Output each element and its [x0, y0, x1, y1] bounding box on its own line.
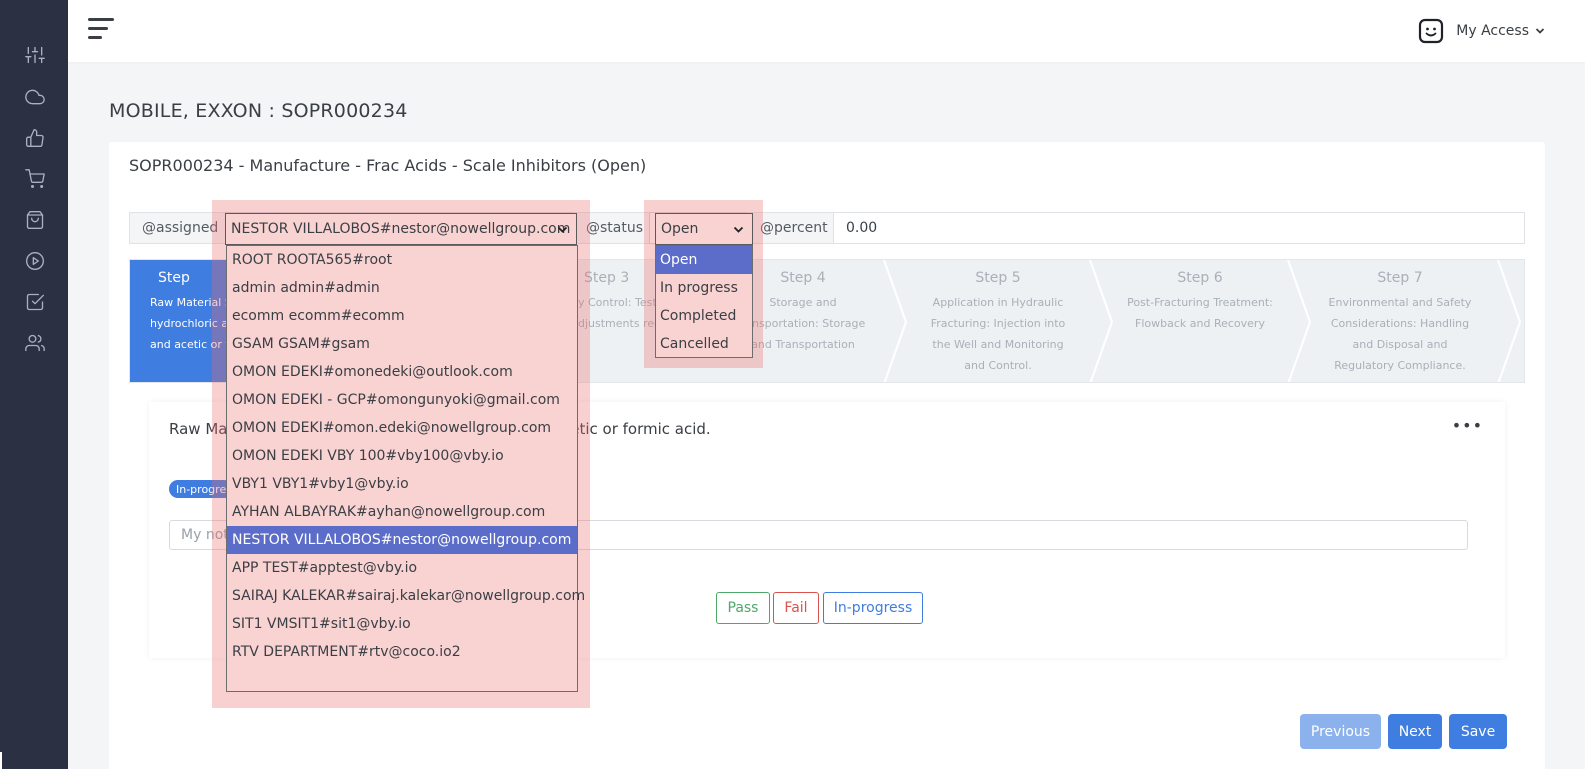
fail-button[interactable]: Fail	[773, 592, 819, 624]
corner-mark	[0, 752, 2, 769]
assigned-option[interactable]: VBY1 VBY1#vby1@vby.io	[227, 470, 577, 498]
in-progress-button[interactable]: In-progress	[823, 592, 923, 624]
status-option[interactable]: Completed	[656, 302, 752, 330]
previous-button[interactable]: Previous	[1300, 714, 1381, 749]
step-label: Step 7	[1377, 270, 1423, 286]
step-label: Step 6	[1177, 270, 1223, 286]
step-desc: the Well and Monitoring	[932, 338, 1064, 351]
pass-button[interactable]: Pass	[716, 592, 770, 624]
hamburger-menu-icon[interactable]	[88, 18, 114, 40]
assigned-option[interactable]: RTV DEPARTMENT#rtv@coco.io2	[227, 638, 577, 666]
cloud-icon[interactable]	[24, 86, 46, 108]
step-6[interactable]: Step 6 Post-Fracturing Treatment: Flowba…	[1106, 260, 1294, 382]
step-label: Step 5	[975, 270, 1021, 286]
account-label: My Access	[1456, 23, 1529, 39]
check-square-icon[interactable]	[24, 291, 46, 313]
more-horizontal-icon[interactable]: •••	[1452, 416, 1483, 435]
sidebar	[0, 0, 68, 769]
assigned-option[interactable]: OMON EDEKI - GCP#omongunyoki@gmail.com	[227, 386, 577, 414]
assigned-select-open[interactable]: NESTOR VILLALOBOS#nestor@nowellgroup.com	[225, 213, 577, 245]
assigned-select-open-value: NESTOR VILLALOBOS#nestor@nowellgroup.com	[231, 221, 571, 237]
card-title: SOPR000234 - Manufacture - Frac Acids - …	[129, 156, 647, 175]
status-option[interactable]: Cancelled	[656, 330, 752, 358]
assigned-option[interactable]: ROOT ROOTA565#root	[227, 246, 577, 274]
step-7[interactable]: Step 7 Environmental and Safety Consider…	[1302, 260, 1498, 382]
step-desc: Regulatory Compliance.	[1334, 359, 1466, 372]
shopping-cart-icon[interactable]	[24, 168, 46, 190]
step-desc: Environmental and Safety	[1328, 296, 1472, 309]
assigned-option[interactable]: OMON EDEKI#omonedeki@outlook.com	[227, 358, 577, 386]
percent-input[interactable]: 0.00	[833, 212, 1525, 244]
step-5[interactable]: Step 5 Application in Hydraulic Fracturi…	[904, 260, 1092, 382]
step-desc: Flowback and Recovery	[1135, 317, 1265, 330]
users-icon[interactable]	[24, 332, 46, 354]
chevron-down-icon	[1535, 28, 1545, 34]
shopping-bag-icon[interactable]	[24, 209, 46, 231]
assigned-option[interactable]: AYHAN ALBAYRAK#ayhan@nowellgroup.com	[227, 498, 577, 526]
account-menu[interactable]: My Access	[1418, 16, 1545, 46]
chevron-down-icon	[733, 226, 744, 233]
status-select-open-value: Open	[661, 221, 699, 237]
play-circle-icon[interactable]	[24, 250, 46, 272]
status-select-open[interactable]: Open	[655, 213, 753, 245]
thumbs-up-icon[interactable]	[24, 127, 46, 149]
assigned-option[interactable]: SIT1 VMSIT1#sit1@vby.io	[227, 610, 577, 638]
sliders-icon[interactable]	[24, 44, 46, 66]
assigned-option[interactable]: OMON EDEKI VBY 100#vby100@vby.io	[227, 442, 577, 470]
save-button[interactable]: Save	[1449, 714, 1507, 749]
assigned-option[interactable]: ecomm ecomm#ecomm	[227, 302, 577, 330]
assigned-option[interactable]: SAIRAJ KALEKAR#sairaj.kalekar@nowellgrou…	[227, 582, 585, 610]
assigned-options-list: ROOT ROOTA565#root admin admin#admin ecomm…	[226, 245, 585, 692]
status-option[interactable]: In progress	[656, 274, 752, 302]
assigned-option[interactable]: admin admin#admin	[227, 274, 577, 302]
step-desc: and Control.	[964, 359, 1032, 372]
page-title: MOBILE, EXXON : SOPR000234	[109, 100, 408, 122]
assigned-option[interactable]: OMON EDEKI#omon.edeki@nowellgroup.com	[227, 414, 577, 442]
assigned-option[interactable]: NESTOR VILLALOBOS#nestor@nowellgroup.com	[227, 526, 577, 554]
status-option[interactable]: Open	[656, 246, 752, 274]
step-separator	[1497, 260, 1522, 382]
step-desc: Post-Fracturing Treatment:	[1127, 296, 1273, 309]
status-options-list: Open In progress Completed Cancelled	[655, 245, 753, 358]
next-button[interactable]: Next	[1388, 714, 1442, 749]
smiley-face-icon	[1419, 18, 1444, 44]
step-desc: Application in Hydraulic	[932, 296, 1064, 309]
topbar: My Access	[68, 0, 1585, 62]
assigned-option[interactable]: GSAM GSAM#gsam	[227, 330, 577, 358]
chevron-down-icon	[557, 226, 568, 233]
step-desc: Considerations: Handling	[1330, 317, 1470, 330]
assigned-option[interactable]: APP TEST#apptest@vby.io	[227, 554, 577, 582]
step-desc: and Disposal and	[1352, 338, 1448, 351]
step-desc: Fracturing: Injection into	[930, 317, 1066, 330]
